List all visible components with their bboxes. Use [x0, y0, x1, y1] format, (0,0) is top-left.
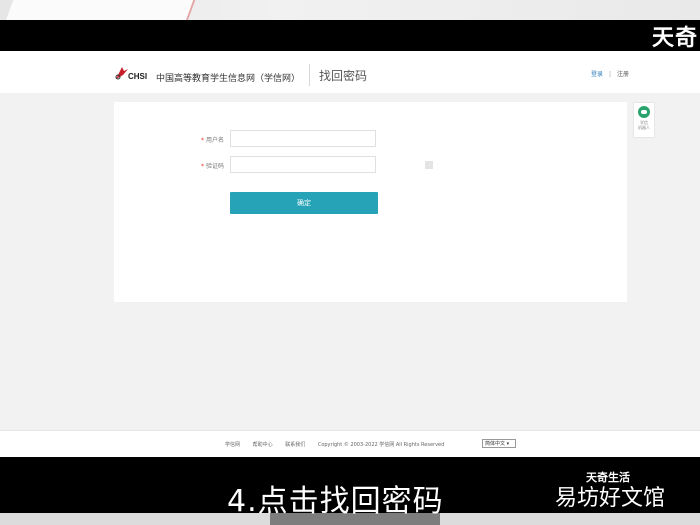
robot-icon	[638, 106, 650, 118]
header-divider	[309, 64, 310, 86]
username-label: * 用户名	[201, 137, 225, 144]
recover-password-form: * 用户名 * 验证码 确定	[114, 102, 627, 302]
page-title: 找回密码	[319, 69, 368, 83]
footer-link-contact[interactable]: 联系我们	[285, 442, 305, 448]
robot-assistant-widget[interactable]: 学信 机器人	[633, 102, 655, 138]
logo-text: CHSI	[128, 72, 148, 81]
register-link[interactable]: 注册	[617, 71, 629, 78]
watermark-site: 易坊好文馆	[555, 486, 666, 511]
site-footer: 学信网 帮助中心 联系我们 Copyright © 2003-2022 学信网 …	[0, 430, 700, 458]
captcha-input[interactable]	[230, 156, 433, 173]
header-links: 登录 | 注册	[591, 69, 629, 78]
footer-links: 学信网 帮助中心 联系我们 Copyright © 2003-2022 学信网 …	[225, 441, 455, 448]
confirm-button[interactable]: 确定	[230, 192, 378, 214]
site-name[interactable]: 中国高等教育学生信息网（学信网）	[156, 71, 300, 84]
footer-link-help[interactable]: 帮助中心	[253, 442, 273, 448]
video-caption: 4.点击找回密码	[227, 484, 444, 519]
browser-viewport: CHSI 中国高等教育学生信息网（学信网） 找回密码 登录 | 注册 * 用户名 * 验…	[0, 51, 700, 458]
link-separator: |	[609, 71, 612, 78]
captcha-image[interactable]	[425, 161, 433, 169]
site-header: CHSI 中国高等教育学生信息网（学信网） 找回密码 登录 | 注册	[0, 51, 700, 93]
camera-background	[0, 0, 700, 20]
letterbox-top	[0, 20, 700, 51]
captcha-label: * 验证码	[201, 163, 225, 170]
footer-copyright: Copyright © 2003-2022 学信网 All Rights Res…	[317, 442, 445, 448]
language-select[interactable]: 简体中文 ▾	[482, 439, 516, 448]
username-input[interactable]	[230, 130, 376, 147]
paper-edge	[4, 0, 198, 20]
login-link[interactable]: 登录	[591, 71, 603, 78]
footer-link-home[interactable]: 学信网	[225, 442, 240, 448]
robot-label: 学信 机器人	[638, 120, 650, 130]
watermark-top: 天奇	[651, 26, 698, 51]
